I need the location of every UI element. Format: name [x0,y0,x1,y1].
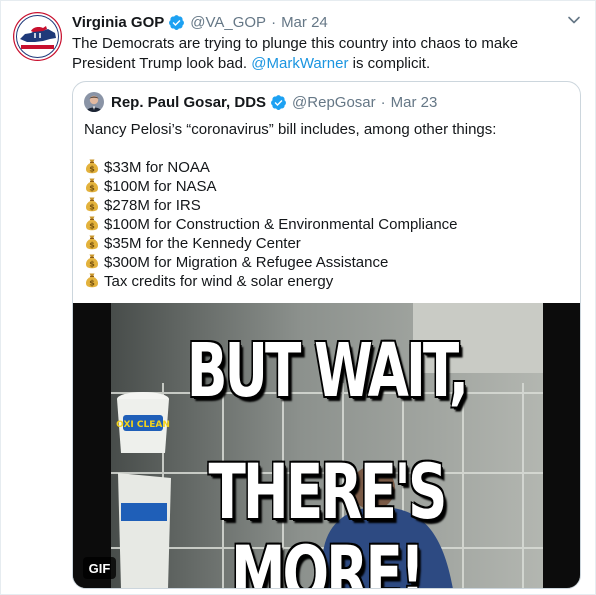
quoted-author-avatar[interactable] [84,92,104,112]
money-bag-icon: $ [85,159,99,173]
bill-item: $ $300M for Migration & Refugee Assistanc… [84,253,572,272]
quoted-intro: Nancy Pelosi’s “coronavirus” bill includ… [84,121,497,138]
quoted-tweet-header: Rep. Paul Gosar, DDS @RepGosar · Mar 23 [84,92,437,112]
money-bag-icon: $ [85,273,99,287]
tweet-date[interactable]: Mar 24 [281,14,328,31]
svg-text:$: $ [89,183,95,192]
product-label: OXI CLEAN [116,420,170,430]
gif-caption-line2: THERE'S MORE! [208,447,447,589]
author-handle[interactable]: @VA_GOP [190,14,266,31]
tweet-text: The Democrats are trying to plunge this … [72,34,577,74]
quoted-tweet-text: Nancy Pelosi’s “coronavirus” bill includ… [84,120,572,291]
svg-text:$: $ [89,202,95,211]
svg-text:$: $ [89,164,95,173]
quoted-tweet-date[interactable]: Mar 23 [391,94,438,111]
money-bag-icon: $ [85,216,99,230]
money-bag-icon: $ [85,197,99,211]
bill-item: $ $100M for Construction & Environmental … [84,215,572,234]
tweet-text-part: is complicit. [348,55,431,72]
author-name[interactable]: Virginia GOP [72,14,164,31]
bill-item: $ $100M for NASA [84,177,572,196]
quoted-author-name[interactable]: Rep. Paul Gosar, DDS [111,94,266,111]
bill-item: $ $35M for the Kennedy Center [84,234,572,253]
portrait-icon [84,92,104,112]
svg-text:$: $ [89,259,95,268]
svg-text:$: $ [89,240,95,249]
bill-item: $ $33M for NOAA [84,158,572,177]
quoted-author-handle[interactable]: @RepGosar [292,94,376,111]
verified-badge-icon [169,14,185,30]
virginia-gop-seal-icon [13,12,62,61]
gif-caption-line1: BUT WAIT, [186,328,469,414]
bill-item-text: $100M for Construction & Environmental C… [104,216,458,233]
bill-item: $ $278M for IRS [84,196,572,215]
tweet-header: Virginia GOP @VA_GOP · Mar 24 [72,12,328,32]
bill-item: $ Tax credits for wind & solar energy [84,272,572,291]
bill-item-text: $35M for the Kennedy Center [104,235,301,252]
bill-items-list: $ $33M for NOAA $ $100M for NASA $ $278M for … [84,158,572,291]
svg-text:$: $ [89,221,95,230]
bill-item-text: $300M for Migration & Refugee Assistance [104,254,389,271]
bill-item-text: $100M for NASA [104,178,217,195]
gif-badge: GIF [83,557,116,579]
money-bag-icon: $ [85,178,99,192]
bill-item-text: $278M for IRS [104,197,201,214]
mention-link[interactable]: @MarkWarner [251,55,348,72]
separator-dot: · [271,13,277,31]
gif-media[interactable]: OXI CLEAN BUT WAIT, THERE'S MORE! GIF [73,303,580,589]
svg-text:$: $ [89,278,95,287]
tweet-card[interactable]: Virginia GOP @VA_GOP · Mar 24 The Democr… [0,0,596,595]
quoted-tweet[interactable]: Rep. Paul Gosar, DDS @RepGosar · Mar 23 … [72,81,581,589]
author-avatar[interactable] [13,12,62,61]
money-bag-icon: $ [85,235,99,249]
verified-badge-icon [271,94,286,110]
bill-item-text: Tax credits for wind & solar energy [104,273,334,290]
money-bag-icon: $ [85,254,99,268]
bill-item-text: $33M for NOAA [104,159,210,176]
chevron-down-icon[interactable] [567,13,581,27]
separator-dot: · [380,93,386,111]
